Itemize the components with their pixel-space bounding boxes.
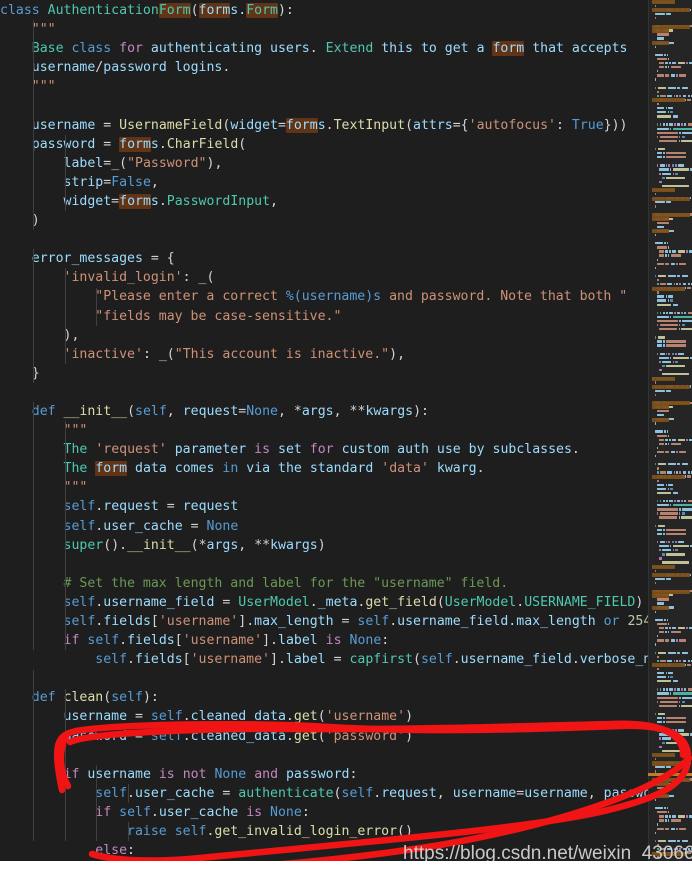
code-line[interactable]: 'invalid_login': _( <box>0 268 648 287</box>
code-line[interactable]: raise self.get_invalid_login_error() <box>0 822 648 841</box>
code-line[interactable]: def __init__(self, request=None, *args, … <box>0 402 648 421</box>
code-line[interactable] <box>0 669 648 688</box>
code-line[interactable]: 'inactive': _("This account is inactive.… <box>0 345 648 364</box>
code-line[interactable]: ), <box>0 326 648 345</box>
code-line[interactable]: Base class for authenticating users. Ext… <box>0 39 648 58</box>
code-line[interactable]: """ <box>0 77 648 96</box>
code-line[interactable]: """ <box>0 421 648 440</box>
code-line[interactable]: super().__init__(*args, **kwargs) <box>0 536 648 555</box>
code-line[interactable]: The 'request' parameter is set for custo… <box>0 440 648 459</box>
minimap-slider[interactable] <box>648 0 692 861</box>
code-line[interactable]: password = forms.CharField( <box>0 135 648 154</box>
code-line[interactable]: self.user_cache = authenticate(self.requ… <box>0 784 648 803</box>
code-line[interactable]: widget=forms.PasswordInput, <box>0 192 648 211</box>
code-line[interactable]: } <box>0 364 648 383</box>
code-line[interactable]: ) <box>0 211 648 230</box>
code-content[interactable]: class AuthenticationForm(forms.Form): ""… <box>0 0 648 861</box>
code-line[interactable] <box>0 555 648 574</box>
code-line[interactable]: "Please enter a correct %(username)s and… <box>0 287 648 306</box>
code-line[interactable]: strip=False, <box>0 173 648 192</box>
code-line[interactable]: if self.user_cache is None: <box>0 803 648 822</box>
code-line[interactable]: def clean(self): <box>0 688 648 707</box>
code-line[interactable]: # Set the max length and label for the "… <box>0 574 648 593</box>
code-line[interactable] <box>0 746 648 765</box>
code-line[interactable]: label=_("Password"), <box>0 154 648 173</box>
code-line[interactable]: self.fields['username'].max_length = sel… <box>0 612 648 631</box>
code-line[interactable]: The form data comes in via the standard … <box>0 459 648 478</box>
code-line[interactable]: "fields may be case-sensitive." <box>0 307 648 326</box>
minimap-scroll-marker <box>648 773 692 776</box>
code-line[interactable]: self.username_field = UserModel._meta.ge… <box>0 593 648 612</box>
code-line[interactable]: self.fields['username'].label = capfirst… <box>0 650 648 669</box>
code-line[interactable]: username/password logins. <box>0 58 648 77</box>
code-line[interactable]: username = self.cleaned_data.get('userna… <box>0 707 648 726</box>
code-line[interactable]: if self.fields['username'].label is None… <box>0 631 648 650</box>
code-line[interactable]: """ <box>0 20 648 39</box>
code-line[interactable]: self.user_cache = None <box>0 517 648 536</box>
screenshot-root: class AuthenticationForm(forms.Form): ""… <box>0 0 692 873</box>
editor-minimap[interactable] <box>648 0 692 861</box>
code-line[interactable]: """ <box>0 478 648 497</box>
code-line[interactable]: if username is not None and password: <box>0 765 648 784</box>
code-line[interactable]: password = self.cleaned_data.get('passwo… <box>0 727 648 746</box>
code-line[interactable] <box>0 96 648 115</box>
code-line[interactable]: class AuthenticationForm(forms.Form): <box>0 1 648 20</box>
code-line[interactable] <box>0 230 648 249</box>
code-line[interactable]: error_messages = { <box>0 249 648 268</box>
code-line[interactable] <box>0 383 648 402</box>
code-editor[interactable]: class AuthenticationForm(forms.Form): ""… <box>0 0 692 861</box>
code-line[interactable]: username = UsernameField(widget=forms.Te… <box>0 116 648 135</box>
code-line[interactable]: self.request = request <box>0 497 648 516</box>
bottom-white-strip <box>0 861 692 873</box>
